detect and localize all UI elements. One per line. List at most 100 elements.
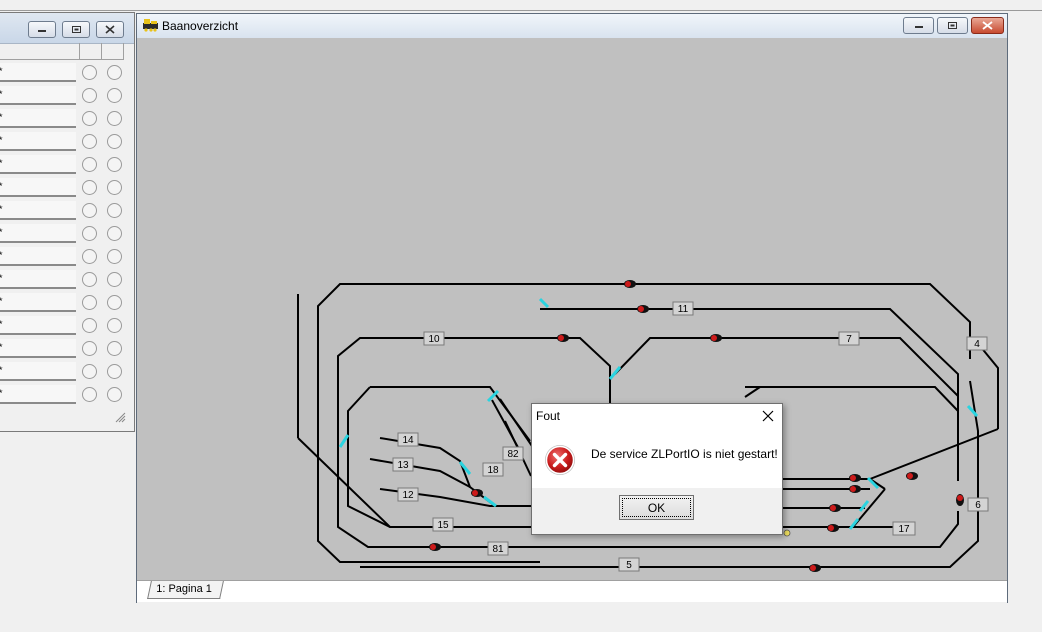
status-indicator-icon[interactable] xyxy=(82,318,97,333)
maximize-button[interactable] xyxy=(937,17,968,34)
signal[interactable] xyxy=(429,543,441,551)
block-label[interactable]: 10 xyxy=(423,331,445,346)
status-indicator-icon[interactable] xyxy=(82,134,97,149)
resize-grip-icon[interactable] xyxy=(115,412,126,423)
close-icon[interactable] xyxy=(760,408,776,424)
block-label[interactable]: 82 xyxy=(502,446,524,461)
list-item-field[interactable]: * xyxy=(0,86,76,105)
signal[interactable] xyxy=(637,305,649,313)
column-header[interactable] xyxy=(0,43,80,59)
side-panel-titlebar[interactable] xyxy=(0,13,134,44)
list-item[interactable]: * xyxy=(0,107,124,130)
ok-button[interactable]: OK xyxy=(619,495,694,520)
status-indicator-icon[interactable] xyxy=(82,88,97,103)
list-item[interactable]: * xyxy=(0,84,124,107)
signal[interactable] xyxy=(471,489,483,497)
status-indicator-icon[interactable] xyxy=(107,272,122,287)
block-label[interactable]: 81 xyxy=(487,541,509,556)
block-label[interactable]: 5 xyxy=(618,557,640,572)
turnout[interactable] xyxy=(608,366,622,380)
status-indicator-icon[interactable] xyxy=(82,180,97,195)
status-indicator-icon[interactable] xyxy=(107,111,122,126)
list-item[interactable]: * xyxy=(0,383,124,406)
status-indicator-icon[interactable] xyxy=(107,318,122,333)
signal[interactable] xyxy=(557,334,569,342)
signal[interactable] xyxy=(710,334,722,342)
list-item-field[interactable]: * xyxy=(0,63,76,82)
status-indicator-icon[interactable] xyxy=(107,364,122,379)
list-item-field[interactable]: * xyxy=(0,270,76,289)
status-indicator-icon[interactable] xyxy=(82,65,97,80)
list-item-field[interactable]: * xyxy=(0,109,76,128)
status-indicator-icon[interactable] xyxy=(82,295,97,310)
close-button[interactable] xyxy=(971,17,1004,34)
status-indicator-icon[interactable] xyxy=(82,226,97,241)
signal[interactable] xyxy=(849,474,861,482)
block-label[interactable]: 18 xyxy=(482,462,504,477)
list-item-field[interactable]: * xyxy=(0,132,76,151)
signal[interactable] xyxy=(809,564,821,572)
status-indicator-icon[interactable] xyxy=(82,364,97,379)
column-header[interactable] xyxy=(80,43,102,59)
signal[interactable] xyxy=(624,280,636,288)
list-item-field[interactable]: * xyxy=(0,362,76,381)
list-item[interactable]: * xyxy=(0,314,124,337)
list-item[interactable]: * xyxy=(0,268,124,291)
status-indicator-icon[interactable] xyxy=(107,203,122,218)
block-label[interactable]: 15 xyxy=(432,517,454,532)
list-item[interactable]: * xyxy=(0,222,124,245)
block-label[interactable]: 14 xyxy=(397,432,419,447)
list-item[interactable]: * xyxy=(0,153,124,176)
list-item-field[interactable]: * xyxy=(0,385,76,404)
signal[interactable] xyxy=(827,524,839,532)
signal[interactable] xyxy=(906,472,918,480)
close-button[interactable] xyxy=(96,21,124,38)
list-item-field[interactable]: * xyxy=(0,316,76,335)
list-item[interactable]: * xyxy=(0,245,124,268)
signal[interactable] xyxy=(829,504,841,512)
block-label[interactable]: 11 xyxy=(672,301,694,316)
block-label[interactable]: 12 xyxy=(397,487,419,502)
list-item-field[interactable]: * xyxy=(0,155,76,174)
minimize-button[interactable] xyxy=(903,17,934,34)
list-item[interactable]: * xyxy=(0,199,124,222)
list-item-field[interactable]: * xyxy=(0,178,76,197)
status-indicator-icon[interactable] xyxy=(107,180,122,195)
list-item-field[interactable]: * xyxy=(0,293,76,312)
status-indicator-icon[interactable] xyxy=(107,65,122,80)
block-label[interactable]: 17 xyxy=(892,521,916,536)
minimize-button[interactable] xyxy=(28,21,56,38)
status-indicator-icon[interactable] xyxy=(82,272,97,287)
signal[interactable] xyxy=(849,485,861,493)
list-item[interactable]: * xyxy=(0,61,124,84)
column-header[interactable] xyxy=(102,43,124,59)
status-indicator-icon[interactable] xyxy=(82,249,97,264)
status-indicator-icon[interactable] xyxy=(82,387,97,402)
list-item[interactable]: * xyxy=(0,337,124,360)
tab-pagina-1[interactable]: 1: Pagina 1 xyxy=(147,581,224,599)
status-indicator-icon[interactable] xyxy=(82,341,97,356)
restore-button[interactable] xyxy=(62,21,90,38)
turnout[interactable] xyxy=(538,297,550,309)
block-label[interactable]: 13 xyxy=(392,457,414,472)
status-indicator-icon[interactable] xyxy=(107,295,122,310)
status-indicator-icon[interactable] xyxy=(107,341,122,356)
status-indicator-icon[interactable] xyxy=(107,387,122,402)
block-label[interactable]: 7 xyxy=(838,331,860,346)
status-indicator-icon[interactable] xyxy=(82,111,97,126)
status-indicator-icon[interactable] xyxy=(107,134,122,149)
list-item-field[interactable]: * xyxy=(0,339,76,358)
status-indicator-icon[interactable] xyxy=(107,249,122,264)
list-item[interactable]: * xyxy=(0,130,124,153)
status-indicator-icon[interactable] xyxy=(82,203,97,218)
turnout[interactable] xyxy=(338,434,350,448)
status-indicator-icon[interactable] xyxy=(107,157,122,172)
list-item-field[interactable]: * xyxy=(0,201,76,220)
list-item[interactable]: * xyxy=(0,176,124,199)
status-indicator-icon[interactable] xyxy=(107,88,122,103)
list-item-field[interactable]: * xyxy=(0,247,76,266)
main-titlebar[interactable]: Baanoverzicht xyxy=(137,14,1007,39)
block-label[interactable]: 6 xyxy=(967,497,989,512)
list-item[interactable]: * xyxy=(0,291,124,314)
status-indicator-icon[interactable] xyxy=(82,157,97,172)
